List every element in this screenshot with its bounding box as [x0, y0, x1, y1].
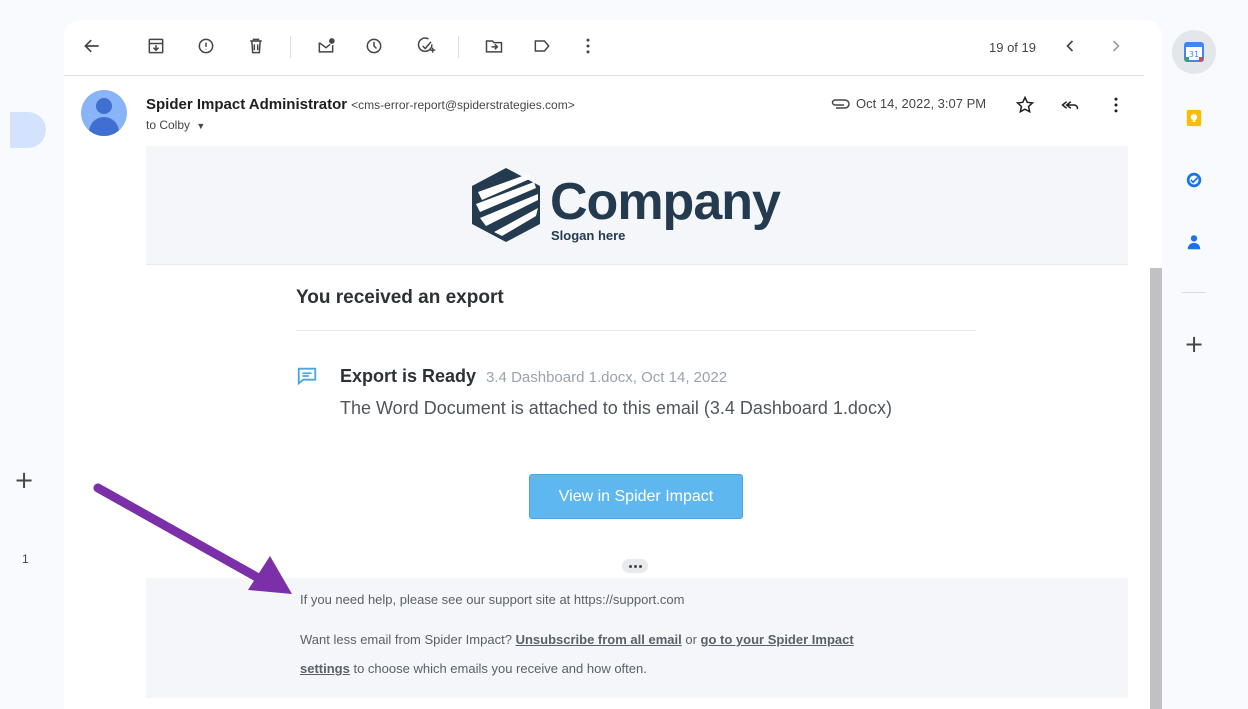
- report-spam-icon[interactable]: [194, 34, 218, 58]
- back-icon[interactable]: [80, 34, 104, 58]
- more-vert-icon[interactable]: [576, 34, 600, 58]
- recipient-line[interactable]: to Colby ▼: [146, 118, 205, 132]
- email-title: You received an export: [296, 287, 504, 308]
- message-toolbar: 19 of 19: [64, 20, 1144, 76]
- settings-link-continued[interactable]: settings: [300, 661, 350, 676]
- sender-line: Spider Impact Administrator <cms-error-re…: [146, 96, 575, 113]
- email-footer: If you need help, please see our support…: [146, 578, 1128, 698]
- message-date: Oct 14, 2022, 3:07 PM: [830, 96, 986, 111]
- unsubscribe-line-2: settings to choose which emails you rece…: [300, 661, 647, 676]
- nav-count: 1: [22, 552, 29, 566]
- create-label-plus-icon[interactable]: +: [14, 466, 34, 494]
- title-divider: [296, 330, 976, 331]
- keep-icon[interactable]: [1182, 106, 1206, 130]
- calendar-day: 31: [1189, 50, 1199, 59]
- sender-name[interactable]: Spider Impact Administrator: [146, 96, 347, 113]
- chat-bubble-icon: [296, 365, 318, 387]
- export-ready-heading: Export is Ready 3.4 Dashboard 1.docx, Oct…: [340, 366, 727, 387]
- more-vert-icon[interactable]: [1105, 94, 1127, 116]
- recipient-text: to Colby: [146, 118, 191, 132]
- caret-down-icon[interactable]: ▼: [196, 121, 205, 131]
- calendar-icon: 31: [1184, 42, 1204, 62]
- email-header-banner: Company Slogan here: [146, 146, 1128, 265]
- or-text: or: [685, 632, 697, 647]
- company-logo: Company Slogan here: [466, 166, 786, 246]
- sender-avatar[interactable]: [81, 90, 127, 136]
- add-task-icon[interactable]: [414, 34, 438, 58]
- star-icon[interactable]: [1014, 94, 1036, 116]
- show-trimmed-content-button[interactable]: [622, 559, 648, 573]
- date-text: Oct 14, 2022, 3:07 PM: [856, 96, 987, 111]
- scrollbar-thumb[interactable]: [1150, 268, 1162, 709]
- frequency-text: to choose which emails you receive and h…: [353, 661, 647, 676]
- sender-email: <cms-error-report@spiderstrategies.com>: [351, 98, 575, 112]
- tasks-icon[interactable]: [1182, 168, 1206, 192]
- logo-mark-icon: [472, 168, 540, 242]
- selected-nav-pill[interactable]: [10, 112, 46, 148]
- label-icon[interactable]: [530, 34, 554, 58]
- contacts-icon[interactable]: [1182, 230, 1206, 254]
- newer-icon[interactable]: [1058, 34, 1082, 58]
- archive-icon[interactable]: [144, 34, 168, 58]
- view-in-spider-impact-button[interactable]: View in Spider Impact: [529, 474, 743, 519]
- message-view: 19 of 19 Spider Impact Administrator <cms…: [64, 20, 1162, 709]
- get-add-ons-plus-icon[interactable]: +: [1182, 330, 1206, 358]
- reply-all-icon[interactable]: [1059, 94, 1081, 116]
- unsubscribe-link[interactable]: Unsubscribe from all email: [516, 632, 682, 647]
- export-ready-meta: 3.4 Dashboard 1.docx, Oct 14, 2022: [486, 369, 728, 386]
- help-text: If you need help, please see our support…: [300, 592, 685, 607]
- toolbar-divider: [290, 36, 291, 58]
- left-rail: + 1: [0, 0, 64, 709]
- logo-slogan: Slogan here: [551, 228, 626, 243]
- attachment-icon: [831, 98, 850, 109]
- logo-wordmark: Company: [550, 173, 781, 231]
- unsubscribe-line: Want less email from Spider Impact? Unsu…: [300, 632, 854, 647]
- toolbar-divider: [458, 36, 459, 58]
- delete-icon[interactable]: [244, 34, 268, 58]
- calendar-app-button[interactable]: 31: [1172, 30, 1216, 74]
- rail-divider: [1182, 292, 1206, 293]
- message-count: 19 of 19: [989, 40, 1036, 55]
- snooze-icon[interactable]: [362, 34, 386, 58]
- mark-unread-icon[interactable]: [314, 34, 338, 58]
- move-to-icon[interactable]: [482, 34, 506, 58]
- older-icon[interactable]: [1104, 34, 1128, 58]
- side-panel-rail: 31 +: [1162, 0, 1248, 709]
- settings-link[interactable]: go to your Spider Impact: [701, 632, 854, 647]
- less-email-text: Want less email from Spider Impact?: [300, 632, 512, 647]
- gmail-window: + 1 19 of 19 Spider Impact Administrator…: [0, 0, 1248, 709]
- export-ready-title: Export is Ready: [340, 366, 477, 386]
- export-ready-description: The Word Document is attached to this em…: [340, 398, 892, 418]
